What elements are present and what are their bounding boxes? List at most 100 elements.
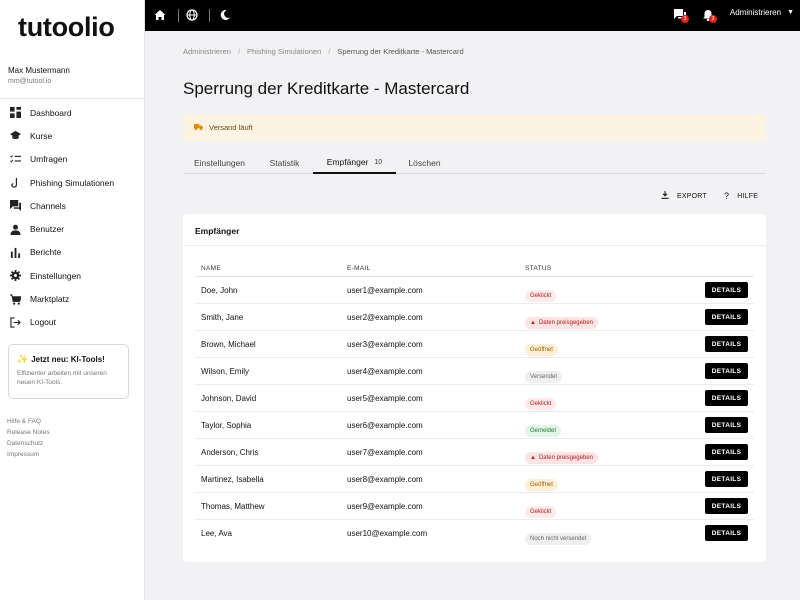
gear-icon: [9, 270, 21, 282]
user-email: mm@tutool.io: [8, 78, 52, 85]
dashboard-icon: [9, 107, 21, 119]
export-button[interactable]: EXPORT: [661, 191, 707, 201]
recipient-name: Martinez, Isabella: [201, 475, 264, 484]
sidebar-item-channels[interactable]: Channels: [0, 194, 145, 217]
footer-links: Hilfe & FAQ Release Notes Datenschutz Im…: [7, 416, 50, 460]
breadcrumb-item[interactable]: Phishing Simulationen: [247, 47, 321, 56]
warning-icon: ▲: [530, 320, 536, 326]
dark-mode-icon[interactable]: [218, 8, 232, 22]
status-badge: Geöffnet: [525, 479, 558, 491]
status-cell: Geklickt: [525, 284, 557, 302]
status-cell: ▲ Daten preisgegeben: [525, 311, 598, 329]
footer-link-release-notes[interactable]: Release Notes: [7, 427, 50, 438]
sidebar-item-berichte[interactable]: Berichte: [0, 241, 145, 264]
details-button[interactable]: DETAILS: [705, 363, 748, 379]
status-badge-text: Geklickt: [530, 509, 552, 515]
recipient-email: user9@example.com: [347, 502, 423, 511]
status-cell: Gemeldet: [525, 419, 562, 437]
tab-statistik[interactable]: Statistik: [256, 152, 313, 174]
table-row: Anderson, Chris user7@example.com ▲ Daten p…: [195, 439, 754, 466]
table-row: Brown, Michael user3@example.com Geöffnet D…: [195, 331, 754, 358]
divider: [183, 245, 766, 246]
column-header-email[interactable]: E-MAIL: [347, 265, 370, 272]
chat-icon: [9, 200, 21, 212]
footer-link-imprint[interactable]: Impressum: [7, 449, 50, 460]
status-badge: ▲ Daten preisgegeben: [525, 317, 598, 329]
details-button[interactable]: DETAILS: [705, 525, 748, 541]
tab-label: Empfänger: [326, 157, 369, 167]
footer-link-privacy[interactable]: Datenschutz: [7, 438, 50, 449]
details-button[interactable]: DETAILS: [705, 471, 748, 487]
status-badge-text: Geklickt: [530, 401, 552, 407]
chat-notification-icon[interactable]: 3: [673, 8, 689, 23]
logout-icon: [9, 316, 21, 328]
status-cell: Geöffnet: [525, 338, 558, 356]
download-icon: [661, 191, 669, 201]
breadcrumb-current: Sperrung der Kreditkarte - Mastercard: [337, 47, 464, 56]
recipient-email: user8@example.com: [347, 475, 423, 484]
tab-loeschen[interactable]: Löschen: [396, 152, 453, 174]
recipient-name: Taylor, Sophia: [201, 421, 252, 430]
breadcrumb: Administrieren / Phishing Simulationen /…: [183, 47, 464, 56]
home-icon[interactable]: [153, 8, 167, 22]
details-button[interactable]: DETAILS: [705, 498, 748, 514]
status-badge-text: Daten preisgegeben: [538, 455, 593, 461]
promo-text: Effizienter arbeiten mit unseren neuen K…: [17, 370, 107, 386]
table-row: Lee, Ava user10@example.com Noch nicht ver…: [195, 520, 754, 547]
sidebar-item-logout[interactable]: Logout: [0, 311, 145, 334]
sidebar-item-benutzer[interactable]: Benutzer: [0, 217, 145, 240]
column-header-status[interactable]: STATUS: [525, 265, 551, 272]
sidebar-item-marktplatz[interactable]: Marktplatz: [0, 287, 145, 310]
status-cell: Geöffnet: [525, 473, 558, 491]
user-menu-button[interactable]: Administrieren ▼: [730, 8, 794, 17]
details-button[interactable]: DETAILS: [705, 309, 748, 325]
column-header-name[interactable]: NAME: [201, 265, 221, 272]
tab-label: Einstellungen: [193, 158, 246, 168]
divider: [209, 9, 210, 22]
help-button[interactable]: ? HILFE: [724, 191, 758, 201]
status-cell: Geklickt: [525, 500, 557, 518]
tab-einstellungen[interactable]: Einstellungen: [183, 152, 256, 174]
status-banner: Versand läuft: [183, 114, 766, 141]
sidebar-item-dashboard[interactable]: Dashboard: [0, 101, 145, 124]
graduation-cap-icon: [9, 130, 21, 142]
details-button[interactable]: DETAILS: [705, 336, 748, 352]
footer-link-help[interactable]: Hilfe & FAQ: [7, 416, 50, 427]
details-button[interactable]: DETAILS: [705, 444, 748, 460]
globe-icon[interactable]: [185, 8, 199, 22]
status-badge-text: Noch nicht versendet: [530, 536, 587, 542]
breadcrumb-item[interactable]: Administrieren: [183, 47, 231, 56]
status-badge-text: Geöffnet: [530, 347, 553, 353]
promo-card[interactable]: ✨ Jetzt neu: KI-Tools! Effizienter arbei…: [8, 344, 129, 399]
card-title: Empfänger: [195, 226, 240, 236]
sidebar-item-label: Channels: [30, 200, 66, 211]
tab-count: 10: [374, 158, 383, 166]
sidebar-item-kurse[interactable]: Kurse: [0, 124, 145, 147]
status-cell: Noch nicht versendet: [525, 527, 592, 545]
sidebar-item-label: Umfragen: [30, 154, 68, 165]
logo[interactable]: tutoolio: [18, 12, 115, 43]
notification-badge: 3: [681, 15, 689, 23]
bell-icon[interactable]: 3: [701, 8, 717, 23]
person-icon: [9, 223, 21, 235]
sidebar-item-phishing-simulationen[interactable]: Phishing Simulationen: [0, 171, 145, 194]
sidebar-item-label: Berichte: [30, 247, 62, 258]
table-row: Wilson, Emily user4@example.com Versendet D…: [195, 358, 754, 385]
status-cell: Versendet: [525, 365, 563, 383]
page-title: Sperrung der Kreditkarte - Mastercard: [183, 79, 470, 98]
recipient-name: Doe, John: [201, 286, 238, 295]
details-button[interactable]: DETAILS: [705, 390, 748, 406]
sidebar-item-label: Dashboard: [30, 107, 72, 118]
sidebar-item-label: Einstellungen: [30, 270, 82, 281]
details-button[interactable]: DETAILS: [705, 282, 748, 298]
details-button[interactable]: DETAILS: [705, 417, 748, 433]
sidebar-item-label: Kurse: [30, 130, 53, 141]
tab-empfaenger[interactable]: Empfänger 10: [313, 152, 396, 174]
status-badge: Geklickt: [525, 398, 557, 410]
status-badge: Noch nicht versendet: [525, 533, 592, 545]
sidebar-item-einstellungen[interactable]: Einstellungen: [0, 264, 145, 287]
status-badge: Gemeldet: [525, 425, 562, 437]
checklist-icon: [9, 153, 21, 165]
sidebar-item-umfragen[interactable]: Umfragen: [0, 148, 145, 171]
tab-label: Löschen: [408, 158, 441, 168]
